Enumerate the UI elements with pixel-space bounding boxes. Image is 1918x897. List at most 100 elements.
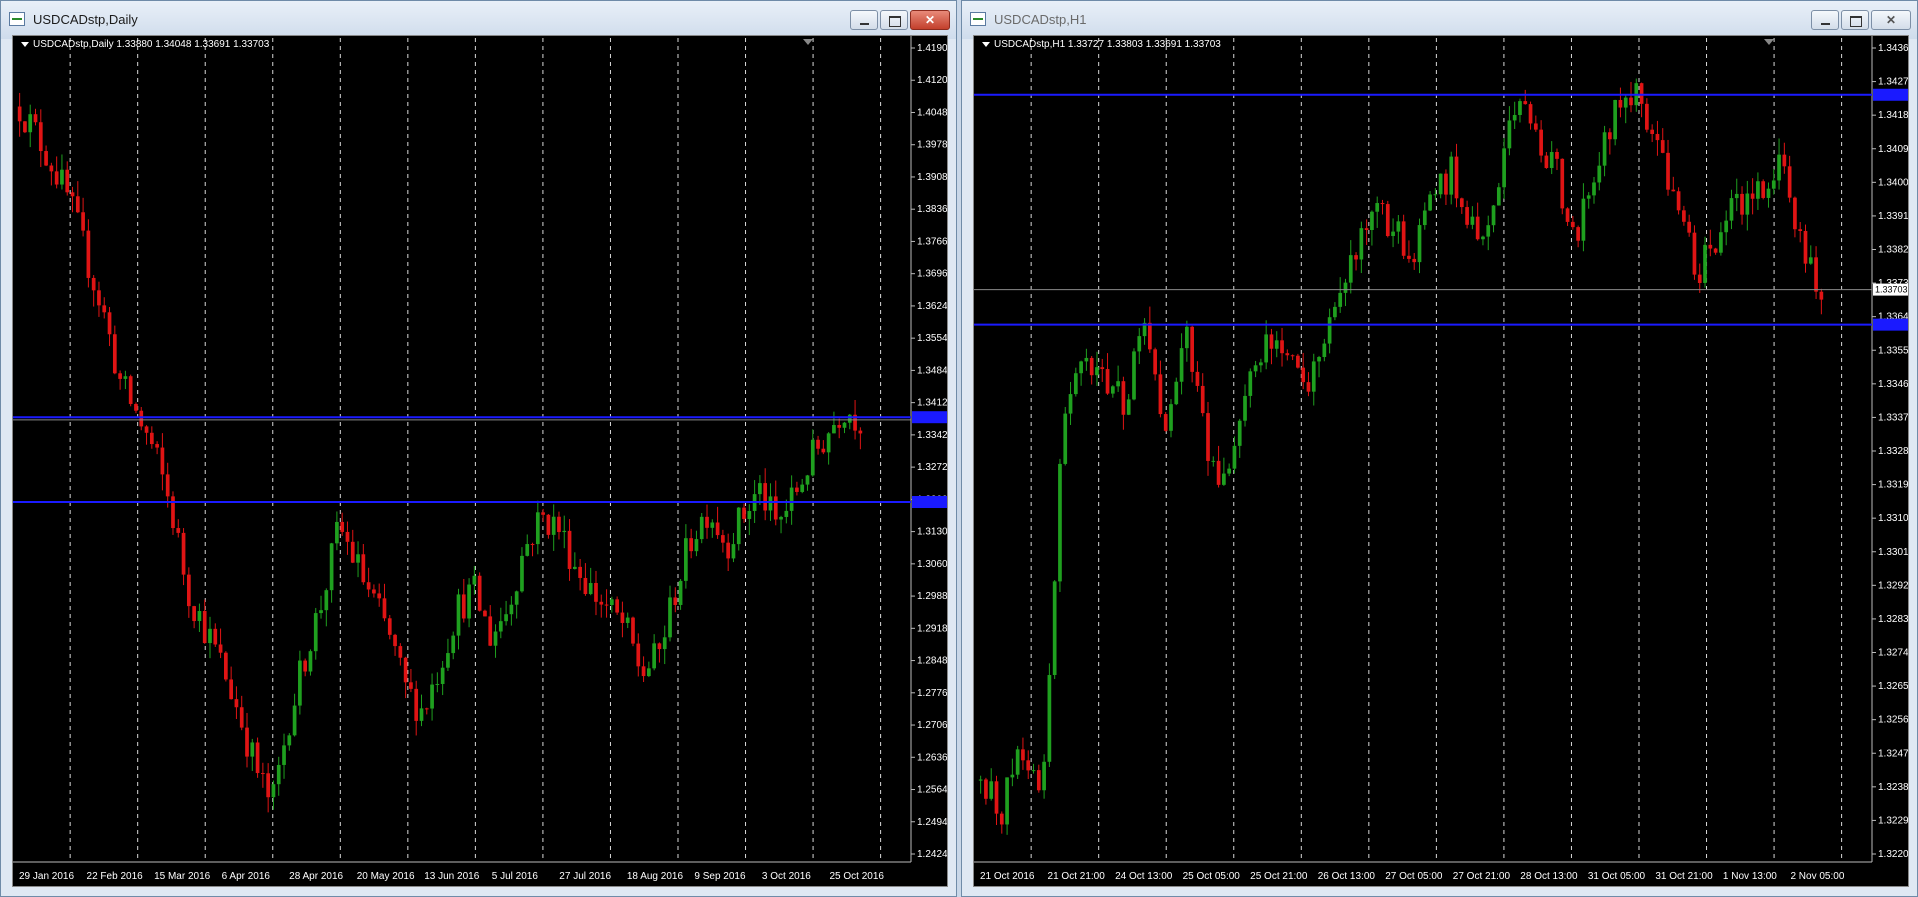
price-chart-daily[interactable]: 29 Jan 2016 22 Feb 2016 15 Mar 2016 6 Apr 2…	[12, 35, 948, 887]
price-axis-label: 1.24940	[917, 817, 948, 828]
candle-body-bull	[1370, 211, 1374, 230]
candle-body-bear	[726, 542, 731, 559]
candle-body-bull	[324, 590, 329, 611]
candle-body-bull	[1227, 468, 1232, 474]
candle-body-bull	[747, 510, 752, 519]
maximize-button[interactable]	[1841, 10, 1869, 30]
candle-body-bear	[1570, 221, 1575, 228]
time-axis-label: 25 Oct 21:00	[1250, 871, 1308, 882]
chart-window-h1[interactable]: USDCADstp,H1 ✕ 21 Oct 2016 21 Oct 21:00 24…	[961, 0, 1918, 897]
time-axis-label: 24 Oct 13:00	[1115, 871, 1173, 882]
close-button[interactable]: ✕	[1871, 10, 1911, 30]
candle-body-bull	[736, 507, 741, 545]
price-axis-label: 1.34000	[1878, 177, 1909, 188]
candle-body-bull	[768, 496, 773, 511]
candle-body-bear	[599, 601, 604, 605]
candle-body-bull	[1549, 152, 1554, 168]
candle-body-bull	[1079, 361, 1083, 374]
time-axis-label: 31 Oct 05:00	[1588, 871, 1646, 882]
candle-body-bull	[1766, 188, 1771, 198]
candle-body-bear	[49, 165, 54, 172]
candle-body-bear	[23, 121, 27, 133]
price-axis-label: 1.31300	[917, 527, 948, 538]
price-axis-label: 1.32290	[1878, 815, 1909, 826]
candle-body-bear	[403, 657, 408, 683]
price-axis-label: 1.32650	[1878, 681, 1909, 692]
price-axis-label: 1.36240	[917, 301, 948, 312]
price-axis-label: 1.32470	[1878, 748, 1909, 759]
candle-body-bear	[70, 192, 75, 197]
candle-body-bear	[1650, 129, 1655, 134]
candle-body-bear	[583, 577, 588, 595]
candle-body-bull	[662, 637, 667, 650]
candle-body-bear	[546, 514, 551, 535]
candle-body-bear	[186, 574, 191, 607]
candle-body-bull	[313, 613, 318, 652]
candle-body-bull	[356, 554, 360, 563]
dropdown-triangle-icon[interactable]	[21, 41, 29, 47]
candle-body-bear	[1639, 83, 1644, 104]
candle-body-bull	[684, 538, 688, 581]
minimize-button[interactable]	[1811, 10, 1839, 30]
window-titlebar[interactable]: USDCADstp,H1 ✕	[962, 1, 1917, 39]
candle-body-bull	[451, 635, 456, 654]
candle-body-bull	[1359, 228, 1364, 260]
candle-body-bull	[1507, 120, 1512, 149]
candle-body-bear	[91, 277, 96, 291]
price-axis-label: 1.33910	[1878, 211, 1909, 222]
candle-body-bear	[1750, 193, 1755, 199]
candle-body-bull	[1771, 180, 1776, 189]
candle-body-bull	[978, 779, 983, 781]
price-axis-label: 1.25640	[917, 785, 948, 796]
price-axis-label: 1.34360	[1878, 43, 1909, 54]
candle-body-bull	[1433, 194, 1438, 196]
candle-body-bear	[541, 512, 545, 515]
candle-body-bull	[1703, 244, 1707, 283]
maximize-button[interactable]	[880, 10, 908, 30]
chart-shift-marker-icon[interactable]	[1764, 39, 1774, 45]
candle-body-bear	[97, 290, 101, 306]
dropdown-triangle-icon[interactable]	[982, 41, 990, 47]
window-title: USDCADstp,H1	[994, 12, 1087, 27]
candle-body-bull	[1052, 581, 1057, 676]
price-axis-label: 1.32920	[1878, 580, 1909, 591]
candle-body-bear	[742, 507, 746, 519]
candle-body-bear	[1285, 353, 1290, 356]
minimize-button[interactable]	[850, 10, 878, 30]
candle-body-bear	[149, 432, 154, 445]
candle-body-bull	[208, 628, 212, 644]
price-chart-h1[interactable]: 21 Oct 2016 21 Oct 21:00 24 Oct 13:00 25 Oc…	[973, 35, 1909, 887]
price-axis-label: 1.39780	[917, 140, 948, 151]
chart-shift-marker-icon[interactable]	[803, 39, 813, 45]
candle-body-bear	[1555, 152, 1559, 159]
close-button[interactable]: ✕	[910, 10, 950, 30]
candle-body-bear	[1444, 173, 1448, 195]
candle-body-bear	[17, 106, 22, 122]
candle-body-bear	[1713, 248, 1718, 253]
candle-body-bull	[435, 683, 440, 685]
candle-body-bear	[86, 230, 91, 278]
chart-window-daily[interactable]: USDCADstp,Daily ✕ 29 Jan 2016 22 Feb 2016…	[0, 0, 957, 897]
candle-body-bull	[1597, 165, 1602, 183]
candle-body-bear	[38, 122, 43, 152]
candle-body-bull	[1058, 463, 1062, 582]
time-axis-label: 28 Oct 13:00	[1520, 871, 1578, 882]
candle-body-bear	[594, 583, 598, 602]
candle-body-bull	[678, 580, 683, 605]
candle-body-bear	[213, 628, 218, 645]
candle-body-bear	[858, 430, 863, 434]
window-titlebar[interactable]: USDCADstp,Daily ✕	[1, 1, 956, 39]
candle-body-bear	[1354, 255, 1358, 260]
candle-body-bear	[176, 528, 181, 533]
candle-body-bull	[1481, 236, 1485, 240]
candle-body-bull	[588, 583, 593, 595]
candle-body-bear	[139, 410, 144, 427]
chart-canvas-h1[interactable]: 21 Oct 2016 21 Oct 21:00 24 Oct 13:00 25 Oc…	[974, 36, 1909, 887]
price-axis-label: 1.34090	[1878, 144, 1909, 155]
price-axis-label: 1.29880	[917, 591, 948, 602]
candle-body-bear	[107, 312, 112, 335]
chart-canvas-daily[interactable]: 29 Jan 2016 22 Feb 2016 15 Mar 2016 6 Apr 2…	[13, 36, 948, 887]
candle-body-bull	[60, 169, 64, 185]
candle-body-bear	[721, 535, 725, 543]
candle-body-bull	[1174, 381, 1179, 405]
